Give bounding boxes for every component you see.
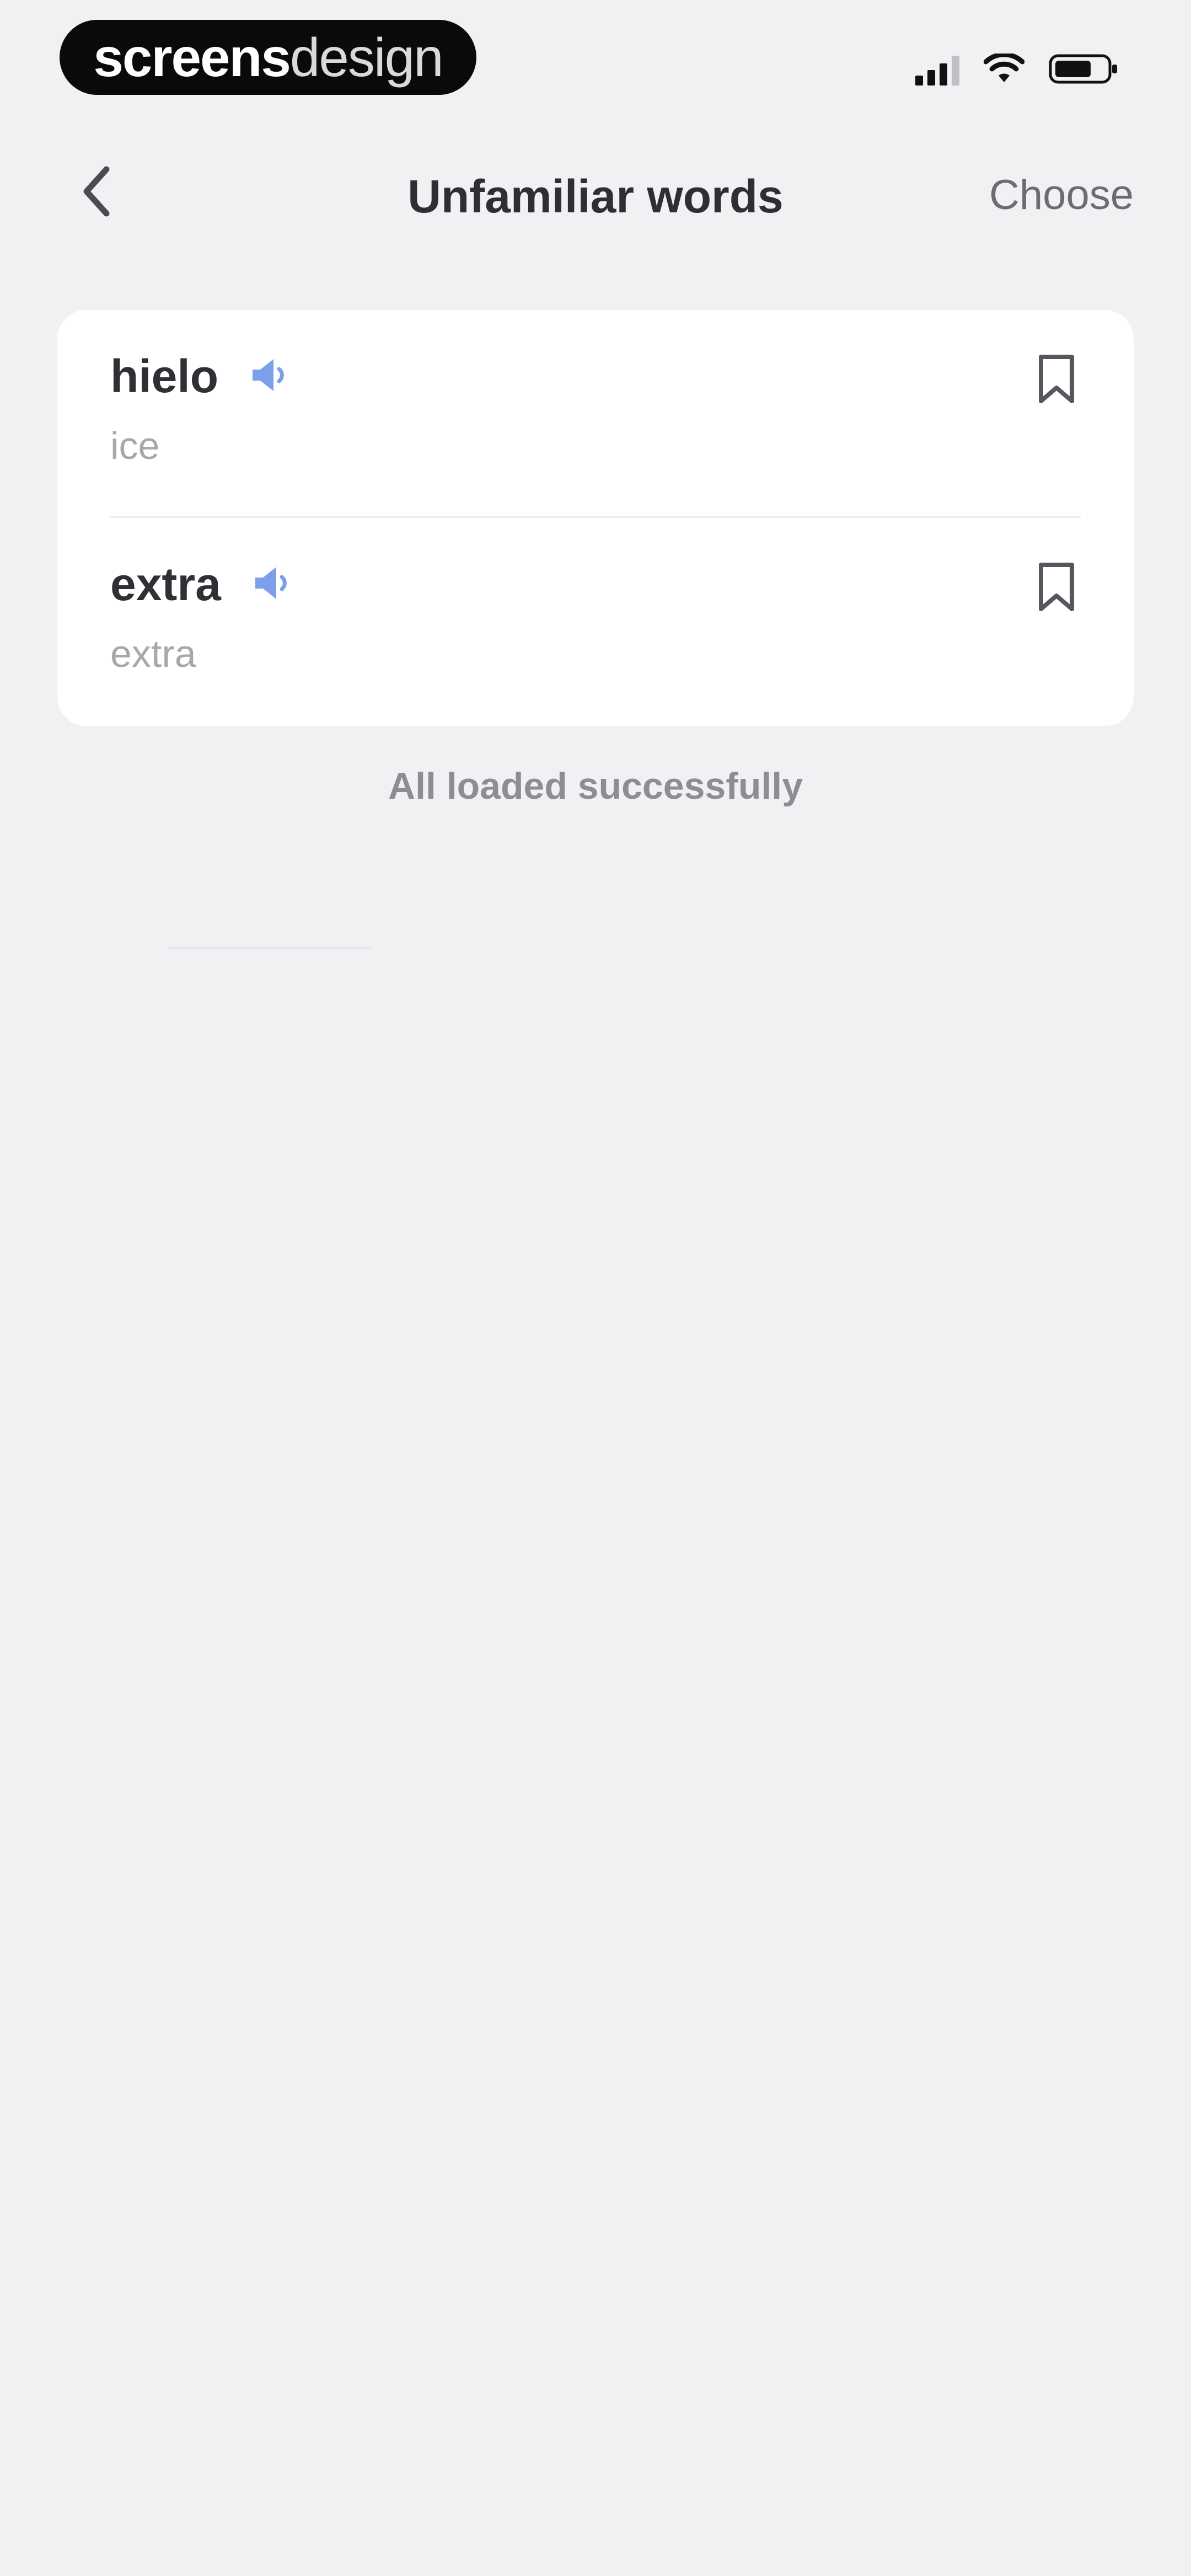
choose-button[interactable]: Choose	[989, 171, 1134, 219]
load-status-text: All loaded successfully	[388, 765, 803, 807]
word-translation: extra	[110, 632, 196, 675]
word-translation: ice	[110, 424, 160, 467]
speaker-icon[interactable]	[248, 355, 289, 398]
signal-icon	[915, 55, 959, 85]
word-text: hielo	[110, 350, 219, 402]
bookmark-icon	[1034, 562, 1079, 615]
status-icons	[915, 51, 1119, 89]
word-list-card: hielo ice extra extra	[57, 310, 1134, 726]
speaker-icon[interactable]	[251, 563, 292, 606]
nav-bar: Unfamiliar words Choose	[0, 143, 1191, 243]
brand-bold-text: screens	[93, 27, 291, 88]
status-bar: screensdesign	[0, 0, 1191, 110]
bookmark-button[interactable]	[1030, 350, 1083, 410]
wifi-icon	[983, 51, 1025, 87]
bookmark-icon	[1034, 354, 1079, 407]
word-text: extra	[110, 558, 221, 610]
word-row: extra	[110, 558, 292, 611]
brand-light-text: design	[289, 27, 444, 88]
bookmark-button[interactable]	[1030, 558, 1083, 618]
battery-icon	[1049, 52, 1119, 88]
word-list-item[interactable]: extra extra	[57, 518, 1134, 726]
faint-divider	[169, 947, 373, 949]
word-list-item[interactable]: hielo ice	[57, 310, 1134, 518]
word-row: hielo	[110, 350, 289, 403]
brand-badge: screensdesign	[60, 20, 476, 95]
